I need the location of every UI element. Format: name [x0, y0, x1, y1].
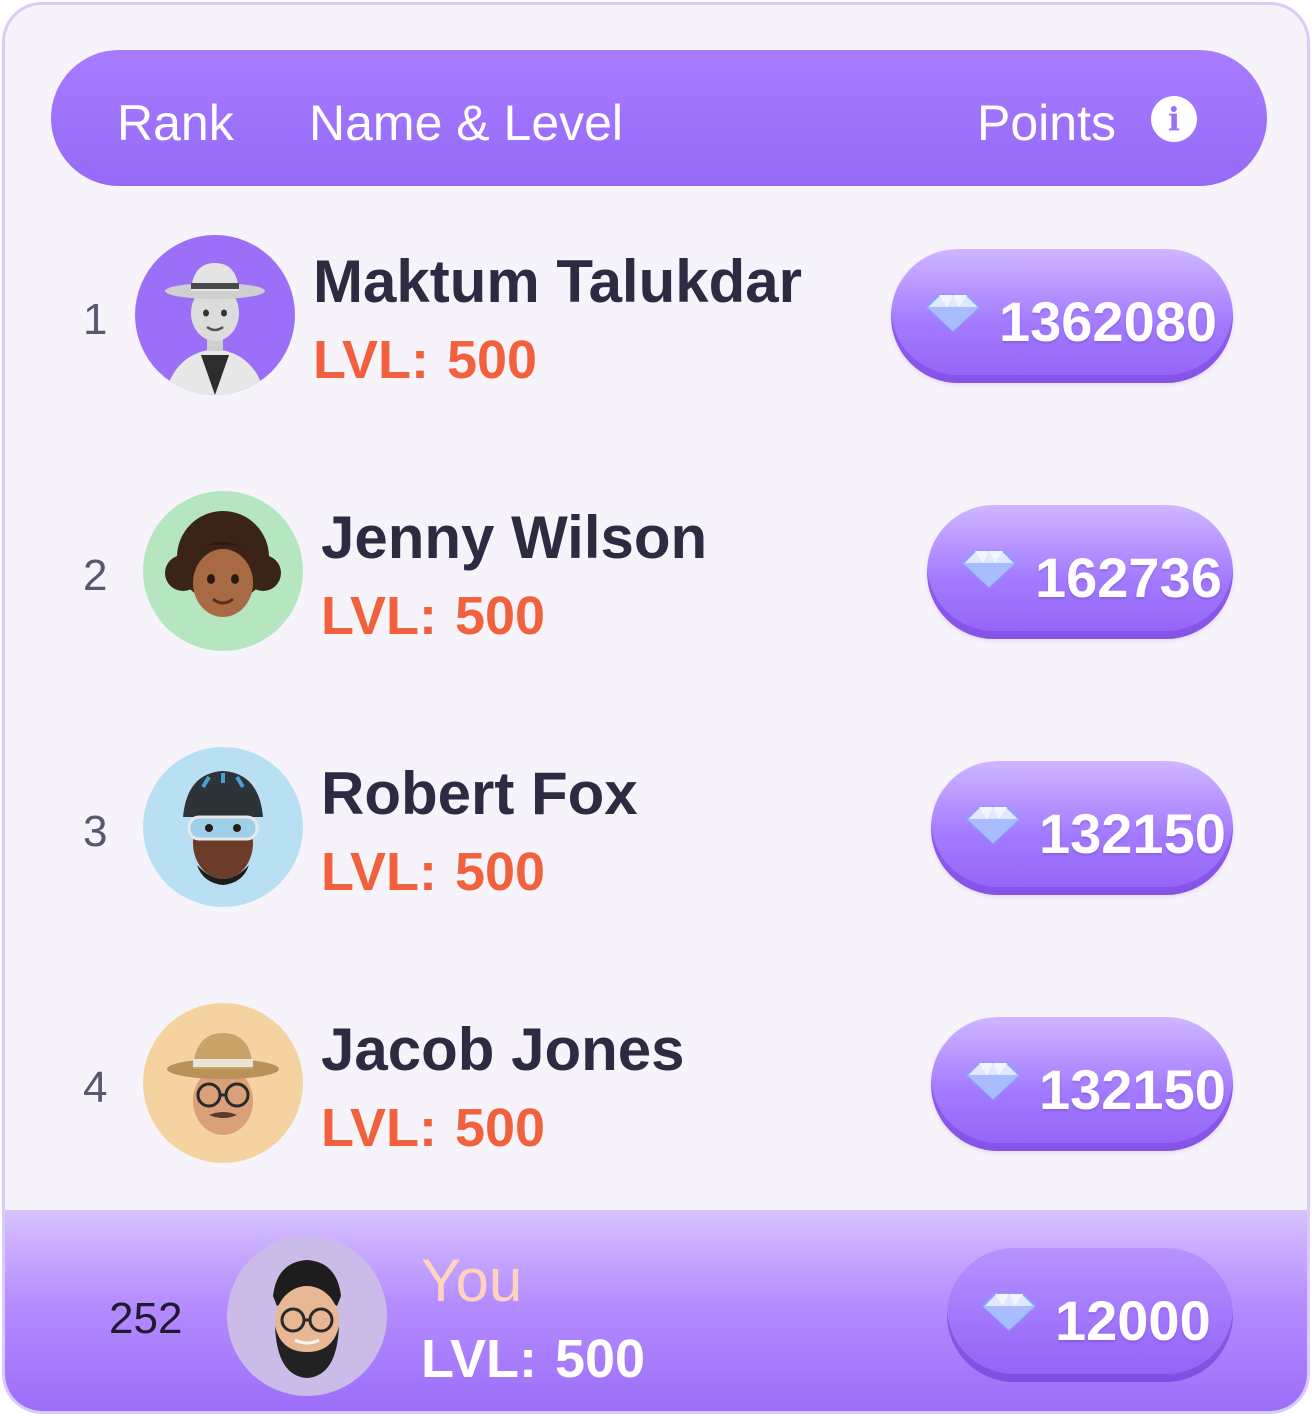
points-pill: 132150	[931, 761, 1233, 895]
player-name: Maktum Talukdar	[313, 248, 802, 315]
avatar	[143, 491, 303, 651]
rank-number: 3	[83, 807, 108, 856]
points-column-header: Points	[977, 95, 1116, 151]
points-value: 1362080	[999, 290, 1218, 353]
avatar-curly-hair-woman-icon	[143, 491, 303, 651]
points-pill: 132150	[931, 1017, 1233, 1151]
player-name: Jenny Wilson	[321, 504, 708, 571]
points-value: 12000	[1055, 1289, 1211, 1352]
points-pill: 12000	[947, 1248, 1233, 1382]
avatar-hat-man-icon	[135, 235, 295, 395]
player-level: LVL: 500	[313, 329, 537, 391]
level-label: LVL:	[421, 1329, 537, 1389]
level-value: 500	[454, 1098, 546, 1158]
leaderboard-card: Rank Name & Level Points i 1 Maktum Talu…	[2, 2, 1310, 1414]
name-level-column-header: Name & Level	[309, 95, 624, 151]
points-pill: 162736	[927, 505, 1233, 639]
avatar-safari-hat-man-icon	[143, 1003, 303, 1163]
current-user-row[interactable]: 252 You LVL: 500 12000	[5, 1210, 1307, 1411]
info-icon[interactable]: i	[1151, 96, 1197, 142]
leaderboard-row[interactable]: 3 Robert Fox LVL: 500 132150	[5, 745, 1307, 925]
rank-column-header: Rank	[117, 95, 234, 151]
avatar-bearded-man-icon	[227, 1236, 387, 1396]
diamond-icon	[925, 294, 981, 333]
level-value: 500	[454, 842, 546, 902]
leaderboard-header: Rank Name & Level Points i	[51, 50, 1267, 186]
points-value: 132150	[1039, 802, 1226, 865]
avatar	[143, 1003, 303, 1163]
level-value: 500	[446, 330, 538, 390]
player-name: You	[421, 1247, 523, 1314]
rank-number: 4	[83, 1063, 108, 1112]
level-value: 500	[454, 586, 546, 646]
level-label: LVL:	[321, 586, 437, 646]
player-level: LVL: 500	[321, 585, 545, 647]
rank-number: 1	[83, 295, 108, 344]
avatar-cyclist-helmet-icon	[143, 747, 303, 907]
avatar	[227, 1236, 387, 1396]
level-label: LVL:	[321, 1098, 437, 1158]
player-name: Robert Fox	[321, 760, 638, 827]
avatar	[143, 747, 303, 907]
diamond-icon	[961, 550, 1017, 589]
rank-number: 252	[109, 1294, 183, 1343]
points-value: 132150	[1039, 1058, 1226, 1121]
leaderboard-row[interactable]: 1 Maktum Talukdar LVL: 500 1362080	[5, 233, 1307, 413]
rank-number: 2	[83, 551, 108, 600]
player-name: Jacob Jones	[321, 1016, 685, 1083]
player-level: LVL: 500	[321, 841, 545, 903]
diamond-icon	[965, 1062, 1021, 1101]
level-value: 500	[554, 1329, 646, 1389]
leaderboard-row[interactable]: 4 Jacob Jones LVL: 500 132150	[5, 1001, 1307, 1181]
avatar	[135, 235, 295, 395]
points-pill: 1362080	[891, 249, 1233, 383]
level-label: LVL:	[313, 330, 429, 390]
points-value: 162736	[1035, 546, 1222, 609]
player-level: LVL: 500	[321, 1097, 545, 1159]
leaderboard-row[interactable]: 2 Jenny Wilson LVL: 500 162736	[5, 489, 1307, 669]
player-level: LVL: 500	[421, 1328, 645, 1390]
diamond-icon	[981, 1293, 1037, 1332]
diamond-icon	[965, 806, 1021, 845]
level-label: LVL:	[321, 842, 437, 902]
